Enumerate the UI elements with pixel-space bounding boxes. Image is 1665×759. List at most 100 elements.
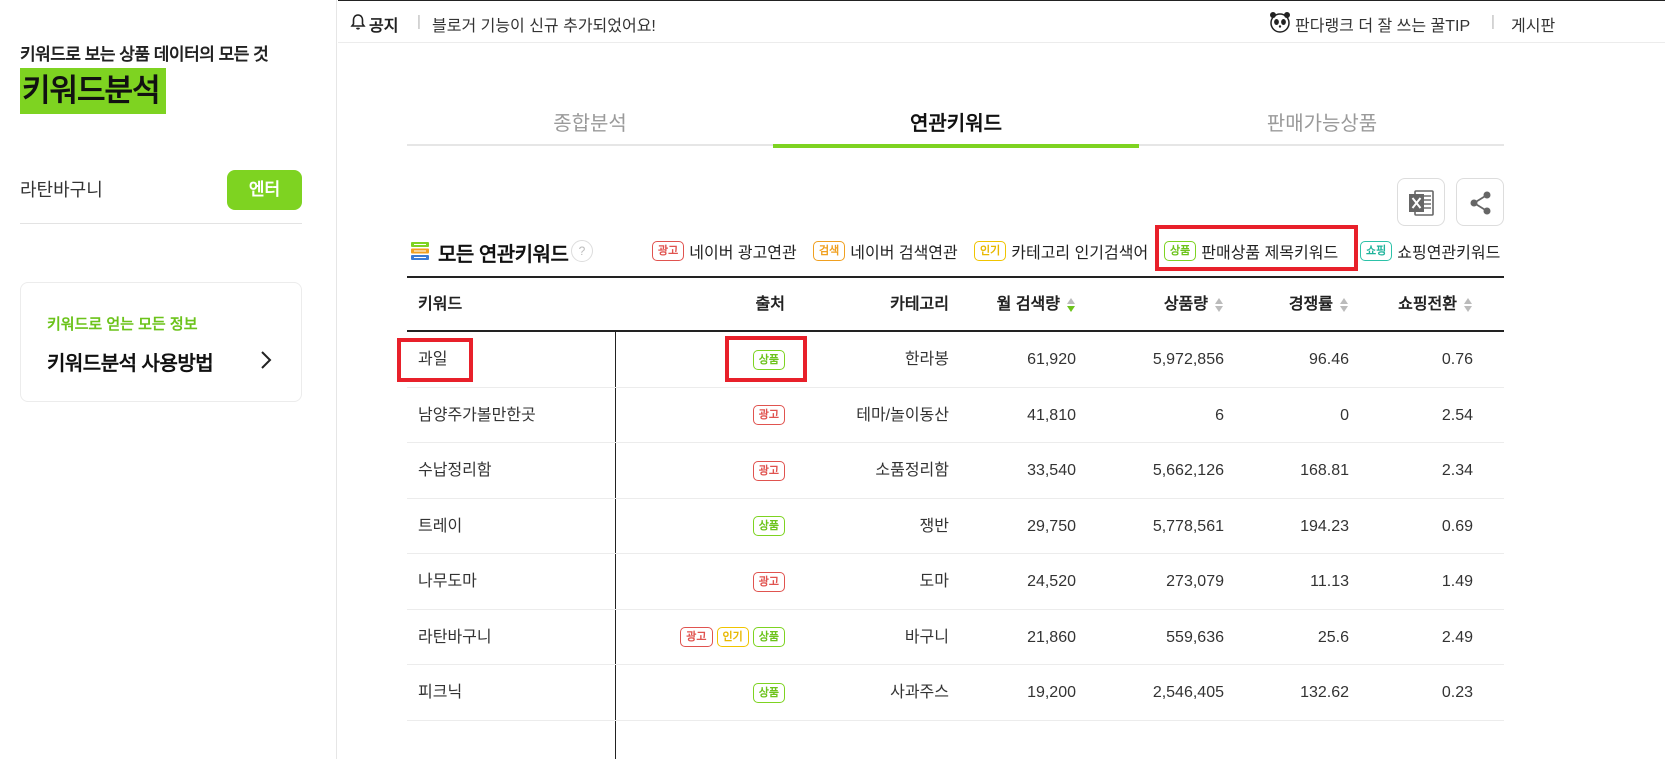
header-label: 경쟁률 [1288, 296, 1333, 313]
header-label: 상품량 [1163, 296, 1208, 313]
header-volume[interactable]: 월 검색량 [952, 278, 1076, 332]
legend-popular: 인기 카테고리 인기검색어 [974, 239, 1148, 263]
header-conversion[interactable]: 쇼핑전환 [1352, 278, 1473, 332]
tab-overview[interactable]: 종합분석 [407, 104, 773, 146]
notice-text[interactable]: 블로거 기능이 신규 추가되었어요! [432, 12, 656, 36]
legend-label: 쇼핑연관키워드 [1397, 245, 1501, 262]
tab-related-keywords[interactable]: 연관키워드 [773, 104, 1139, 148]
bell-icon [350, 14, 366, 30]
cell-competition: 0 [1340, 406, 1349, 424]
tagline: 키워드로 보는 상품 데이터의 모든 것 [20, 45, 269, 64]
cell-keyword: 나무도마 [418, 573, 477, 590]
header-label: 월 검색량 [996, 296, 1060, 313]
cell-competition: 168.81 [1300, 462, 1349, 479]
sort-icon [1340, 297, 1348, 312]
cell-conversion: 2.49 [1441, 628, 1473, 646]
badge-shopping: 쇼핑 [1360, 241, 1393, 261]
sort-icon [1215, 297, 1223, 312]
highlight-box-source [725, 336, 807, 382]
tip-link[interactable]: 판다랭크 더 잘 쓰는 꿀TIP [1295, 12, 1470, 36]
badge-ad: 광고 [752, 460, 785, 481]
badge-product: 상품 [752, 682, 785, 703]
board-link[interactable]: 게시판 [1511, 12, 1555, 36]
cell-count: 5,972,856 [1152, 351, 1224, 368]
chevron-right-icon [261, 351, 272, 369]
cell-source: 상품 [623, 499, 785, 554]
cell-conversion: 2.34 [1441, 462, 1473, 479]
header-category: 카테고리 [890, 296, 949, 313]
badge-product: 상품 [752, 627, 785, 648]
cell-volume: 19,200 [1027, 684, 1076, 701]
enter-button[interactable]: 엔터 [227, 170, 302, 210]
cell-category: 도마 [919, 573, 949, 590]
header-keyword: 키워드 [418, 296, 463, 313]
cell-count: 6 [1215, 406, 1224, 424]
cell-competition: 11.13 [1310, 573, 1349, 590]
books-icon [411, 242, 429, 260]
table-row[interactable]: 수납정리함 광고 소품정리함 33,540 5,662,126 168.81 2.34 [407, 443, 1504, 499]
brand-logo[interactable]: 키워드분석 [20, 68, 166, 114]
keyword-table: 키워드 출처 카테고리 월 검색량 상품량 경쟁률 쇼핑전환 과일 상품 한라봉 61… [407, 276, 1504, 759]
badge-ad: 광고 [652, 241, 685, 261]
excel-download-button[interactable] [1397, 178, 1445, 226]
sidebar: 키워드로 보는 상품 데이터의 모든 것 키워드분석 엔터 키워드로 얻는 모든… [0, 0, 337, 759]
keyword-search: 엔터 [20, 168, 302, 224]
top-bar: 공지 | 블로거 기능이 신규 추가되었어요! 판다랭크 더 잘 쓰는 꿀TIP… [338, 0, 1665, 43]
cell-volume: 29,750 [1027, 517, 1076, 535]
cell-category: 사과주스 [890, 684, 949, 701]
cell-category: 테마/놀이동산 [856, 406, 949, 424]
cell-source: 광고 [623, 554, 785, 609]
table-row[interactable]: 과일 상품 한라봉 61,920 5,972,856 96.46 0.76 [407, 332, 1504, 388]
legend-label: 카테고리 인기검색어 [1011, 245, 1149, 262]
header-count[interactable]: 상품량 [1079, 278, 1224, 332]
header-competition[interactable]: 경쟁률 [1227, 278, 1349, 332]
cell-category: 쟁반 [919, 517, 949, 535]
cell-count: 2,546,405 [1152, 684, 1224, 701]
table-header: 키워드 출처 카테고리 월 검색량 상품량 경쟁률 쇼핑전환 [407, 276, 1504, 332]
cell-keyword: 라탄바구니 [418, 628, 492, 646]
badge-popular: 인기 [974, 241, 1007, 261]
cell-volume: 41,810 [1027, 406, 1076, 424]
highlight-box-legend [1155, 225, 1358, 271]
badge-ad: 광고 [752, 405, 785, 426]
badge-product: 상품 [752, 516, 785, 537]
table-row[interactable]: 나무도마 광고 도마 24,520 273,079 11.13 1.49 [407, 554, 1504, 610]
section-title: 모든 연관키워드 [438, 244, 569, 266]
help-icon[interactable]: ? [571, 240, 593, 262]
cell-volume: 61,920 [1027, 351, 1076, 368]
cell-keyword: 피크닉 [418, 684, 463, 701]
cell-keyword: 트레이 [418, 517, 463, 535]
guide-card[interactable]: 키워드로 얻는 모든 정보 키워드분석 사용방법 [20, 282, 302, 402]
divider: | [1491, 13, 1495, 30]
badge-ad: 광고 [680, 627, 713, 648]
cell-source: 상품 [623, 665, 785, 720]
table-row[interactable]: 피크닉 상품 사과주스 19,200 2,546,405 132.62 0.23 [407, 665, 1504, 721]
share-icon [1470, 191, 1491, 215]
legend-shopping: 쇼핑 쇼핑연관키워드 [1360, 239, 1500, 263]
legend-ad: 광고 네이버 광고연관 [652, 239, 797, 263]
sort-icon [1067, 297, 1075, 312]
highlight-box-keyword [397, 338, 473, 382]
cell-count: 559,636 [1166, 628, 1224, 646]
header-source: 출처 [755, 296, 785, 313]
cell-category: 소품정리함 [875, 462, 949, 479]
legend-search: 검색 네이버 검색연관 [813, 239, 958, 263]
share-button[interactable] [1456, 178, 1504, 226]
header-label: 쇼핑전환 [1398, 296, 1457, 313]
excel-icon [1409, 190, 1434, 216]
cell-conversion: 1.49 [1441, 573, 1473, 590]
table-row[interactable]: 남양주가볼만한곳 광고 테마/놀이동산 41,810 6 0 2.54 [407, 388, 1504, 443]
cell-conversion: 0.76 [1441, 351, 1473, 368]
table-row[interactable]: 라탄바구니 광고 인기 상품 바구니 21,860 559,636 25.6 2.49 [407, 610, 1504, 665]
cell-keyword: 남양주가볼만한곳 [418, 406, 536, 424]
cell-source: 광고 [623, 443, 785, 498]
cell-keyword: 수납정리함 [418, 462, 492, 479]
cell-source: 광고 인기 상품 [623, 610, 785, 665]
cell-competition: 194.23 [1300, 517, 1349, 535]
keyword-search-input[interactable] [20, 172, 210, 206]
sort-icon [1464, 297, 1472, 312]
table-row[interactable]: 트레이 상품 쟁반 29,750 5,778,561 194.23 0.69 [407, 499, 1504, 554]
cell-competition: 132.62 [1300, 684, 1349, 701]
cell-competition: 25.6 [1317, 628, 1349, 646]
tab-sellable-products[interactable]: 판매가능상품 [1139, 104, 1505, 146]
